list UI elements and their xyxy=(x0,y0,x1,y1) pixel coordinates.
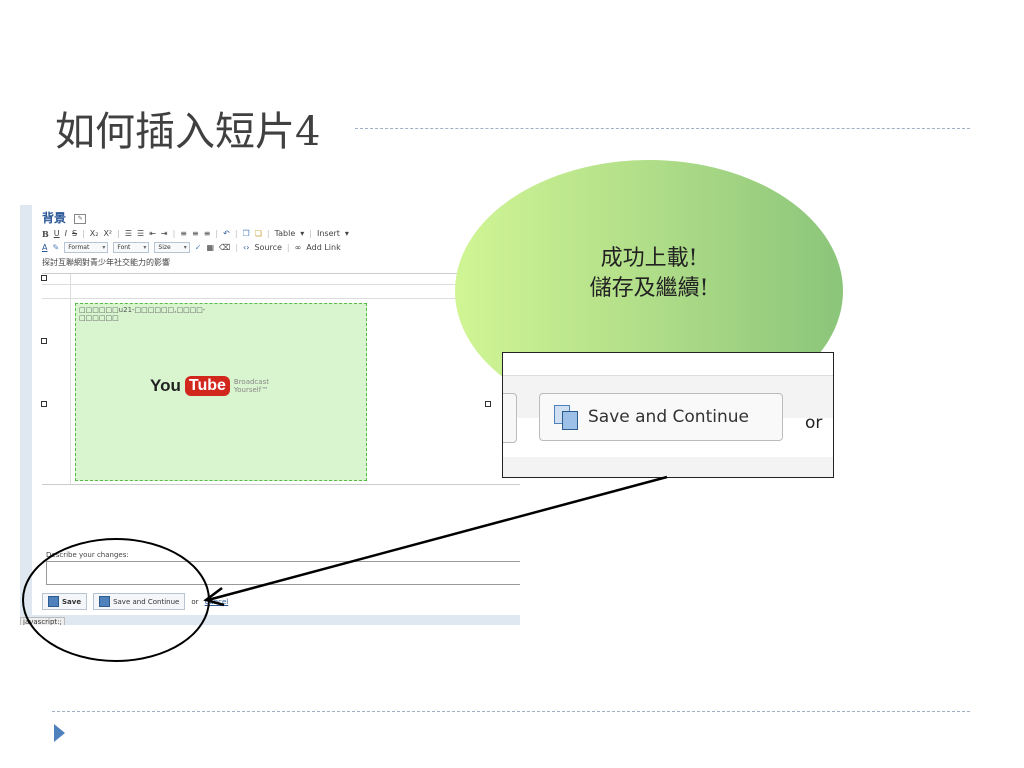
bullet-arrow-icon xyxy=(54,724,65,742)
footer-divider xyxy=(52,711,970,712)
pointer-arrow xyxy=(203,475,668,607)
